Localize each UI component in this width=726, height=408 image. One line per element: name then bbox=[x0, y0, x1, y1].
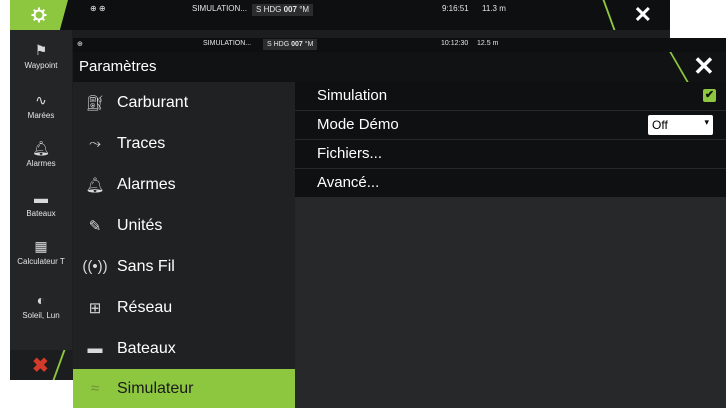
menu-item-label: Carburant bbox=[117, 93, 189, 111]
back-distance: 11.3 m bbox=[482, 4, 506, 13]
sidebar-item-alarms[interactable]: 🔔︎ Alarmes bbox=[10, 140, 72, 168]
back-bottom-bar: ✖ bbox=[10, 350, 72, 380]
boat-icon: ▬ bbox=[87, 340, 103, 357]
simulator-settings-panel: Simulation ✔ Mode Démo Off ▾ Fichiers...… bbox=[295, 82, 726, 408]
back-heading-prefix: S bbox=[256, 5, 262, 14]
sidebar-item-label: Bateaux bbox=[26, 209, 56, 218]
files-label: Fichiers... bbox=[317, 145, 383, 162]
wireless-icon: ((•)) bbox=[82, 258, 108, 275]
menu-item-alarms[interactable]: 🔔︎ Alarmes bbox=[73, 164, 295, 205]
demo-mode-label: Mode Démo bbox=[317, 116, 399, 133]
back-sidebar: ⚑ Waypoint ∿ Marées 🔔︎ Alarmes ▬ Bateaux… bbox=[10, 30, 72, 380]
menu-item-label: Bateaux bbox=[117, 339, 176, 357]
wave-icon: ∿ bbox=[35, 92, 47, 108]
back-bottom-divider bbox=[52, 350, 66, 380]
sidebar-item-label: Marées bbox=[27, 111, 55, 120]
menu-item-wireless[interactable]: ((•)) Sans Fil bbox=[73, 246, 295, 287]
back-clock: 9:16:51 bbox=[442, 4, 469, 13]
sidebar-item-label: Calculateur T bbox=[17, 257, 65, 266]
pencil-icon: ✎ bbox=[88, 217, 102, 235]
fuel-icon: ⛽︎ bbox=[85, 94, 105, 112]
front-heading-unit: °M bbox=[304, 41, 314, 48]
back-heading-readout: S HDG 007 °M bbox=[252, 4, 314, 16]
front-clock: 10:12:30 bbox=[441, 40, 469, 47]
settings-title-bar: Paramètres bbox=[73, 52, 726, 82]
advanced-label: Avancé... bbox=[317, 174, 380, 191]
settings-menu: ⛽︎ Carburant ⤳ Traces 🔔︎ Alarmes ✎ Unité… bbox=[73, 82, 295, 408]
simulation-checkbox[interactable]: ✔ bbox=[703, 89, 716, 102]
front-heading-prefix: S bbox=[267, 41, 272, 48]
back-close-button[interactable]: ✕ bbox=[634, 2, 652, 28]
front-status-bar: ⊕ SIMULATION... S HDG 007 °M 10:12:30 12… bbox=[73, 38, 726, 52]
menu-item-network[interactable]: ⊞ Réseau bbox=[73, 287, 295, 328]
boat-icon: ▬ bbox=[34, 190, 48, 206]
menu-item-label: Simulateur bbox=[117, 379, 194, 397]
demo-mode-select[interactable]: Off ▾ bbox=[648, 115, 713, 135]
sidebar-item-sun-moon[interactable]: ◐ Soleil, Lun bbox=[10, 292, 72, 320]
menu-item-units[interactable]: ✎ Unités bbox=[73, 205, 295, 246]
back-status-bar: ⊕ ⊕ SIMULATION... S HDG 007 °M 9:16:51 1… bbox=[10, 0, 670, 30]
menu-item-boats[interactable]: ▬ Bateaux bbox=[73, 328, 295, 369]
flag-icon: ⚑ bbox=[34, 42, 48, 58]
demo-mode-value: Off bbox=[652, 118, 668, 132]
menu-item-fuel[interactable]: ⛽︎ Carburant bbox=[73, 82, 295, 123]
chevron-down-icon: ▾ bbox=[704, 117, 709, 127]
gear-icon bbox=[31, 7, 47, 23]
simulation-row[interactable]: Simulation ✔ bbox=[295, 82, 726, 110]
menu-item-label: Sans Fil bbox=[117, 257, 175, 275]
track-icon: ⤳ bbox=[88, 135, 101, 152]
advanced-row[interactable]: Avancé... bbox=[295, 169, 726, 197]
sidebar-item-waypoint[interactable]: ⚑ Waypoint bbox=[10, 42, 72, 70]
bell-icon: 🔔︎ bbox=[85, 176, 105, 194]
back-heading-unit: °M bbox=[299, 5, 310, 14]
demo-mode-row: Mode Démo Off ▾ bbox=[295, 111, 726, 139]
menu-item-label: Traces bbox=[117, 134, 166, 152]
calculator-icon: ▦ bbox=[34, 238, 48, 254]
back-title-divider bbox=[602, 0, 616, 30]
menu-item-label: Alarmes bbox=[117, 175, 176, 193]
simulation-label: Simulation bbox=[317, 87, 388, 104]
menu-item-tracks[interactable]: ⤳ Traces bbox=[73, 123, 295, 164]
sun-moon-icon: ◐ bbox=[36, 292, 46, 308]
menu-item-label: Réseau bbox=[117, 298, 173, 316]
front-status-icons: ⊕ bbox=[77, 41, 83, 48]
back-mode-label: SIMULATION... bbox=[192, 4, 247, 13]
sidebar-item-tides[interactable]: ∿ Marées bbox=[10, 92, 72, 120]
settings-window: ⊕ SIMULATION... S HDG 007 °M 10:12:30 12… bbox=[73, 38, 726, 408]
menu-item-simulator[interactable]: ≈ Simulateur bbox=[73, 369, 295, 408]
front-distance: 12.5 m bbox=[477, 40, 499, 47]
bell-icon: 🔔︎ bbox=[32, 140, 50, 156]
sidebar-item-calculator[interactable]: ▦ Calculateur T bbox=[10, 238, 72, 266]
front-heading-value: 007 bbox=[291, 41, 303, 48]
page-title: Paramètres bbox=[79, 58, 157, 75]
sidebar-item-label: Soleil, Lun bbox=[22, 311, 60, 320]
network-icon: ⊞ bbox=[88, 299, 102, 317]
sidebar-item-label: Waypoint bbox=[24, 61, 58, 70]
close-button[interactable]: ✕ bbox=[693, 51, 715, 81]
simulator-icon: ≈ bbox=[90, 380, 100, 397]
sidebar-item-label: Alarmes bbox=[26, 159, 56, 168]
close-red-icon[interactable]: ✖ bbox=[32, 353, 49, 378]
front-heading-label: HDG bbox=[273, 41, 290, 48]
front-mode-label: SIMULATION... bbox=[203, 40, 252, 47]
back-status-icons: ⊕ ⊕ bbox=[90, 4, 106, 13]
menu-item-label: Unités bbox=[117, 216, 163, 234]
files-row[interactable]: Fichiers... bbox=[295, 140, 726, 168]
back-heading-label: HDG bbox=[263, 5, 282, 14]
front-heading-readout: S HDG 007 °M bbox=[263, 39, 318, 50]
back-heading-value: 007 bbox=[283, 5, 297, 14]
settings-gear-button[interactable] bbox=[10, 0, 68, 30]
sidebar-item-boats[interactable]: ▬ Bateaux bbox=[10, 190, 72, 218]
